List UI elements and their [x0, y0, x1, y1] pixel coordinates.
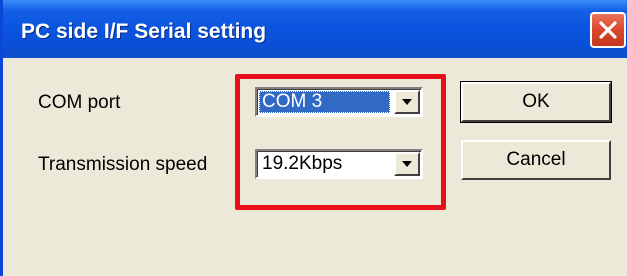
title-bar[interactable]: PC side I/F Serial setting: [3, 0, 627, 58]
transmission-speed-label: Transmission speed: [38, 154, 208, 175]
cancel-button[interactable]: Cancel: [461, 140, 611, 180]
highlight-annotation-box: [235, 74, 446, 210]
com-port-label: COM port: [38, 92, 121, 113]
close-icon: [599, 21, 617, 39]
dialog-title: PC side I/F Serial setting: [21, 20, 267, 43]
close-button[interactable]: [590, 12, 626, 48]
ok-button[interactable]: OK: [460, 81, 612, 123]
serial-setting-dialog: PC side I/F Serial setting COM port Tran…: [0, 0, 627, 276]
